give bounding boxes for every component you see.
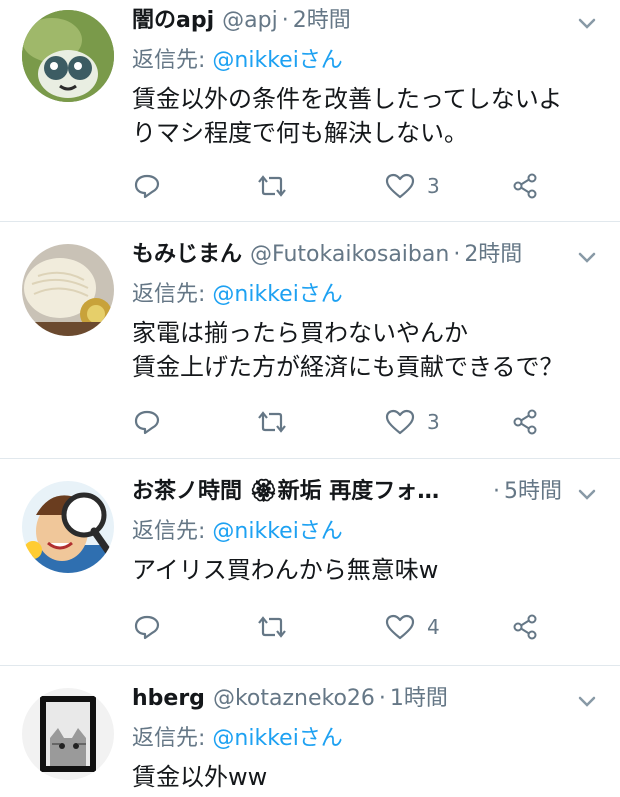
avatar[interactable] [22, 10, 114, 102]
reply-label: 返信先: [132, 48, 213, 73]
share-icon [513, 409, 537, 435]
tweet-header: 闇のapj @apj · 2時間 [132, 6, 600, 36]
share-button[interactable] [512, 408, 540, 436]
tweet-text-line: 賃金以外の条件を改善したってしないよ [132, 85, 563, 113]
reply-button[interactable] [133, 172, 161, 200]
separator-dot: · [493, 479, 500, 504]
user-handle[interactable]: @apj [222, 6, 278, 36]
share-button[interactable] [512, 613, 540, 641]
like-button[interactable]: 3 [385, 408, 440, 436]
retweet-icon [258, 616, 286, 638]
user-handle[interactable]: @kotazneko26 [213, 684, 375, 714]
chevron-down-icon[interactable] [574, 244, 600, 270]
reply-mention[interactable]: @nikkeiさん [212, 282, 342, 307]
reply-label: 返信先: [132, 726, 213, 751]
heart-icon [385, 614, 415, 640]
chevron-down-icon[interactable] [574, 688, 600, 714]
share-icon [513, 614, 537, 640]
avatar[interactable] [22, 688, 114, 780]
reply-context: 返信先: @nikkeiさん [132, 46, 600, 76]
display-name[interactable]: hberg [132, 684, 205, 714]
retweet-icon [258, 411, 286, 433]
timestamp[interactable]: 2時間 [464, 240, 522, 270]
like-count: 3 [427, 410, 440, 434]
retweet-button[interactable] [256, 613, 288, 641]
tweet-header: hberg @kotazneko26 · 1時間 [132, 684, 600, 714]
heart-icon [385, 173, 415, 199]
tweet[interactable]: 闇のapj @apj · 2時間 返信先: @nikkeiさん 賃金以外の条件を… [0, 0, 620, 222]
like-button[interactable]: 3 [385, 172, 440, 200]
reply-context: 返信先: @nikkeiさん [132, 724, 600, 754]
reply-mention[interactable]: @nikkeiさん [212, 726, 342, 751]
tweet-text-line: 家電は揃ったら買わないやんか [132, 319, 468, 347]
display-name[interactable]: もみじまん [132, 240, 242, 270]
retweet-button[interactable] [256, 172, 288, 200]
reply-label: 返信先: [132, 519, 213, 544]
reply-label: 返信先: [132, 282, 213, 307]
tweet[interactable]: お茶ノ時間 🏵新垢 再度フォ… · 5時間 返信先: @nikkeiさん アイリス… [0, 459, 620, 666]
reply-icon [134, 174, 160, 199]
timestamp[interactable]: 5時間 [504, 479, 562, 504]
tweet-content: hberg @kotazneko26 · 1時間 返信先: @nikkeiさん … [132, 684, 600, 794]
tweet-content: 闇のapj @apj · 2時間 返信先: @nikkeiさん 賃金以外の条件を… [132, 6, 600, 150]
tweet-content: お茶ノ時間 🏵新垢 再度フォ… · 5時間 返信先: @nikkeiさん アイリス… [132, 477, 600, 587]
reply-context: 返信先: @nikkeiさん [132, 280, 600, 310]
reply-mention[interactable]: @nikkeiさん [212, 48, 342, 73]
separator-dot: · [378, 686, 386, 711]
tweet-text: 賃金以外の条件を改善したってしないよ りマシ程度で何も解決しない。 [132, 82, 600, 150]
reply-icon [134, 615, 160, 640]
like-button[interactable]: 4 [385, 613, 440, 641]
reply-button[interactable] [133, 408, 161, 436]
like-count: 3 [427, 174, 440, 198]
display-name[interactable]: 闇のapj [132, 6, 214, 36]
reply-button[interactable] [133, 613, 161, 641]
heart-icon [385, 409, 415, 435]
like-count: 4 [427, 615, 440, 639]
chevron-down-icon[interactable] [574, 10, 600, 36]
tweet-header: もみじまん @Futokaikosaiban · 2時間 [132, 240, 600, 270]
retweet-button[interactable] [256, 408, 288, 436]
reply-mention[interactable]: @nikkeiさん [212, 519, 342, 544]
tweet[interactable]: hberg @kotazneko26 · 1時間 返信先: @nikkeiさん … [0, 666, 620, 797]
tweet-text-line: 賃金上げた方が経済にも貢献できるで？ [132, 353, 564, 381]
display-name[interactable]: お茶ノ時間 🏵新垢 再度フォ… [132, 477, 439, 507]
reply-icon [134, 410, 160, 435]
tweet-text-line: アイリス買わんから無意味w [132, 556, 439, 584]
avatar[interactable] [22, 481, 114, 573]
separator-dot: · [281, 8, 289, 33]
reply-context: 返信先: @nikkeiさん [132, 517, 600, 547]
tweet-content: もみじまん @Futokaikosaiban · 2時間 返信先: @nikke… [132, 240, 600, 384]
tweet-header: お茶ノ時間 🏵新垢 再度フォ… · 5時間 [132, 477, 600, 507]
action-bar: 3 [0, 172, 620, 202]
tweet[interactable]: もみじまん @Futokaikosaiban · 2時間 返信先: @nikke… [0, 222, 620, 459]
user-handle[interactable]: @Futokaikosaiban [250, 240, 449, 270]
chevron-down-icon[interactable] [574, 481, 600, 507]
retweet-icon [258, 175, 286, 197]
timestamp[interactable]: 1時間 [390, 684, 448, 714]
tweet-text: 賃金以外ww [132, 760, 600, 794]
tweet-text-line: 賃金以外ww [132, 763, 268, 791]
tweet-text: 家電は揃ったら買わないやんか 賃金上げた方が経済にも貢献できるで？ [132, 316, 600, 384]
share-button[interactable] [512, 172, 540, 200]
separator-dot: · [453, 242, 461, 267]
timestamp[interactable]: 2時間 [293, 6, 351, 36]
share-icon [513, 173, 537, 199]
action-bar: 3 [0, 408, 620, 438]
avatar[interactable] [22, 244, 114, 336]
tweet-text: アイリス買わんから無意味w [132, 553, 600, 587]
action-bar: 4 [0, 613, 620, 643]
tweet-text-line: りマシ程度で何も解決しない。 [132, 119, 468, 147]
